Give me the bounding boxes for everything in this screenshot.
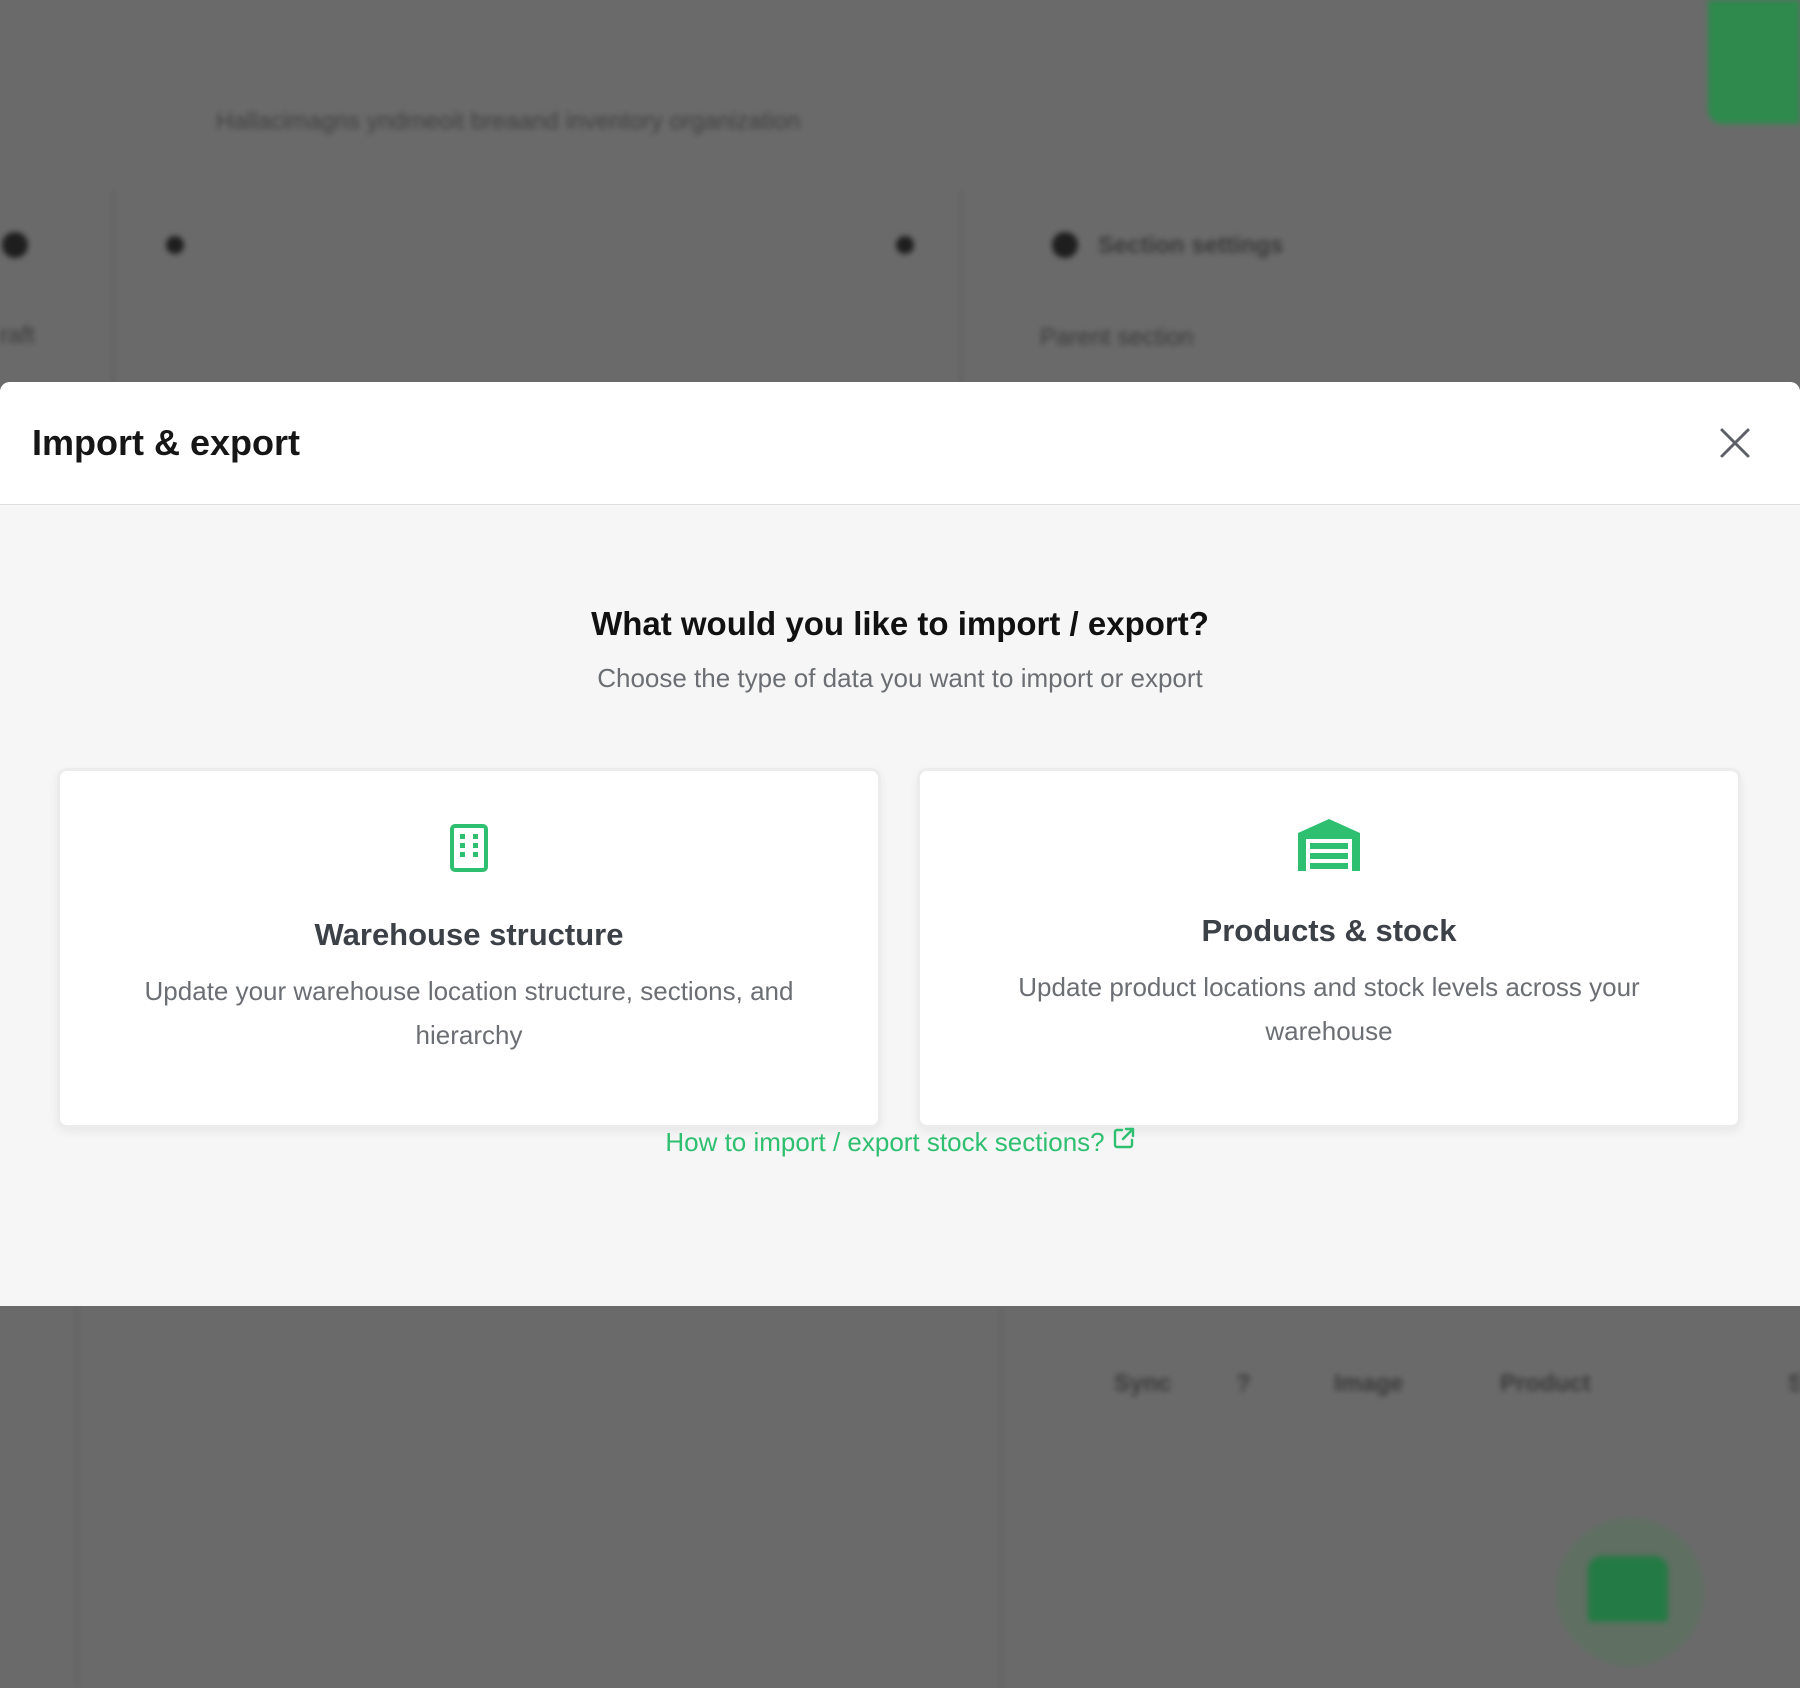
bg-panel-divider bbox=[1000, 1306, 1002, 1688]
import-export-modal: Import & export What would you like to i… bbox=[0, 382, 1800, 1306]
products-stock-option[interactable]: Products & stock Update product location… bbox=[917, 768, 1741, 1128]
bg-section-settings: Section settings bbox=[1098, 232, 1284, 259]
warehouse-structure-option[interactable]: Warehouse structure Update your warehous… bbox=[57, 768, 881, 1128]
bg-table-header: Image bbox=[1334, 1370, 1404, 1397]
option-title: Warehouse structure bbox=[314, 917, 624, 952]
building-icon bbox=[450, 824, 488, 872]
help-link[interactable]: How to import / export stock sections? bbox=[0, 1125, 1800, 1158]
modal-title: Import & export bbox=[32, 422, 301, 463]
option-description: Update product locations and stock level… bbox=[1018, 972, 1640, 1046]
option-title: Products & stock bbox=[1201, 913, 1457, 948]
close-icon bbox=[1720, 428, 1750, 458]
bg-table-header: ? bbox=[1236, 1370, 1251, 1397]
close-button[interactable] bbox=[1712, 420, 1758, 466]
bg-table-header: Product bbox=[1500, 1370, 1591, 1397]
bg-primary-button bbox=[1708, 0, 1800, 124]
bg-tagline: Hallacimagns yndmeoit breaand inventory … bbox=[216, 108, 801, 135]
bg-small-dot-icon bbox=[896, 236, 914, 254]
bg-panel-divider bbox=[960, 190, 962, 390]
bg-panel-divider bbox=[76, 1306, 78, 1688]
warehouse-icon bbox=[1298, 819, 1360, 871]
bg-fab-button bbox=[1556, 1518, 1704, 1666]
external-link-icon bbox=[1113, 1125, 1135, 1156]
bg-table-header: S bbox=[1788, 1370, 1800, 1397]
bg-left-label: raft bbox=[0, 322, 35, 349]
modal-body: What would you like to import / export? … bbox=[0, 505, 1800, 1306]
bg-parent-section: Parent section bbox=[1040, 324, 1194, 351]
option-description: Update your warehouse location structure… bbox=[144, 976, 794, 1050]
modal-header: Import & export bbox=[0, 382, 1800, 505]
bg-dot-icon bbox=[2, 232, 28, 258]
bg-settings-icon bbox=[1052, 232, 1078, 258]
bg-table-header: Sync bbox=[1114, 1370, 1172, 1397]
help-link-label: How to import / export stock sections? bbox=[665, 1127, 1105, 1157]
bg-small-dot-icon bbox=[166, 236, 184, 254]
modal-subtitle: Choose the type of data you want to impo… bbox=[597, 663, 1203, 693]
bg-panel-divider bbox=[112, 190, 114, 390]
bg-warehouse-icon bbox=[1588, 1556, 1668, 1622]
modal-question: What would you like to import / export? bbox=[591, 605, 1209, 642]
